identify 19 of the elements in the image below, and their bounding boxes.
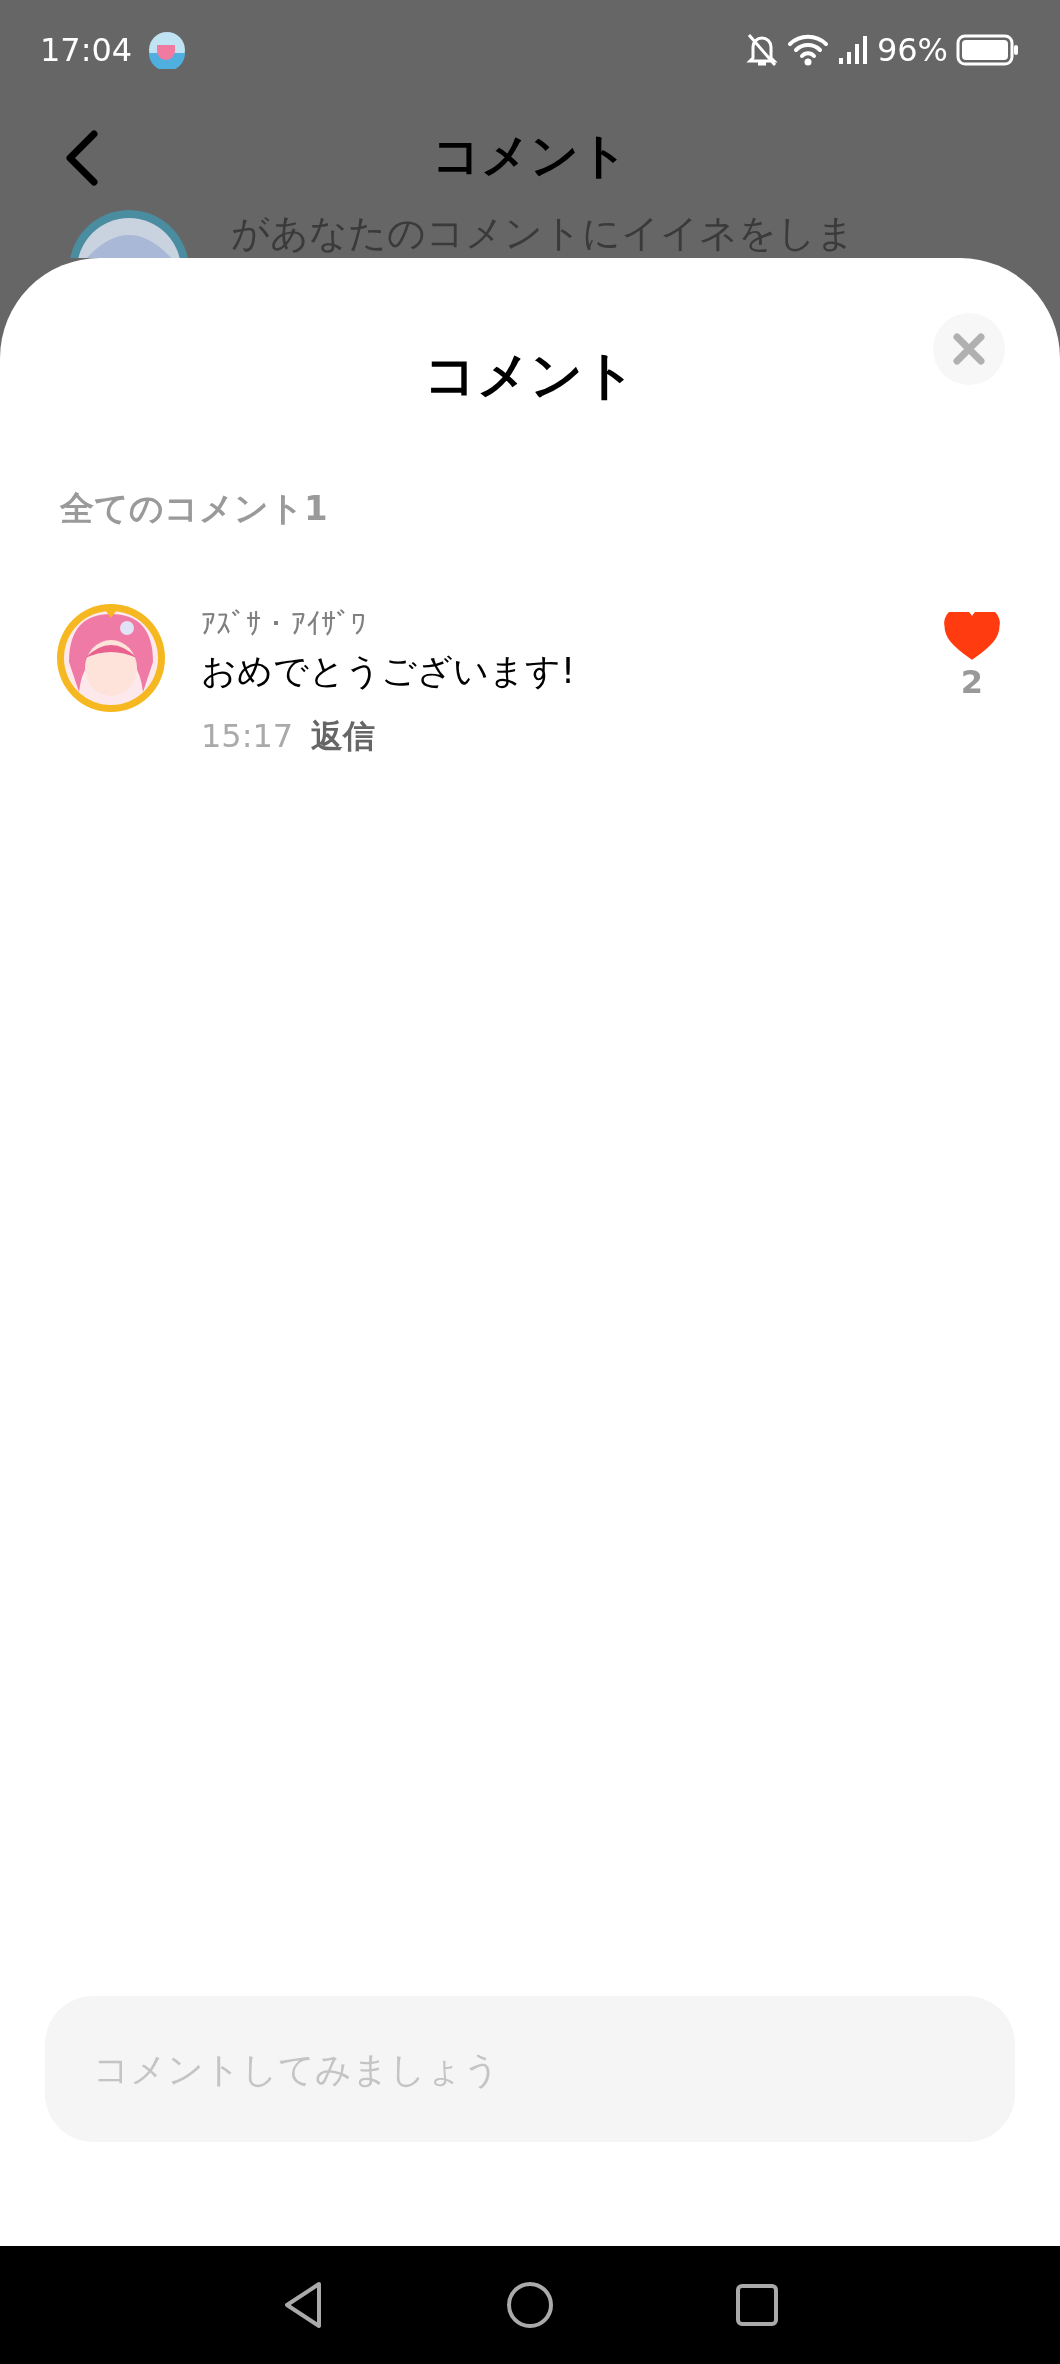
bell-off-icon <box>744 32 779 68</box>
battery-icon <box>956 34 1020 66</box>
clock-time: 17:04 <box>40 30 133 71</box>
comment-text: おめでとうございます! <box>201 650 577 693</box>
close-icon <box>952 332 986 366</box>
signal-icon <box>836 34 869 66</box>
reply-link[interactable]: 返信 <box>311 714 376 758</box>
comment-count-label: 全てのコメント1 <box>60 487 329 530</box>
heart-icon[interactable] <box>944 612 1000 660</box>
like-count: 2 <box>960 662 984 703</box>
wifi-icon <box>786 33 829 67</box>
home-icon[interactable] <box>506 2281 554 2329</box>
page-title: コメント <box>432 126 628 185</box>
recent-apps-icon[interactable] <box>735 2283 780 2327</box>
cup-icon <box>148 31 187 69</box>
comment-time: 15:17 <box>201 716 294 757</box>
comment-author: ｱｽﾞｻ・ｱｲｻﾞﾜ <box>201 605 367 643</box>
sheet-title: コメント <box>424 344 636 407</box>
battery-percentage: 96% <box>876 30 948 71</box>
